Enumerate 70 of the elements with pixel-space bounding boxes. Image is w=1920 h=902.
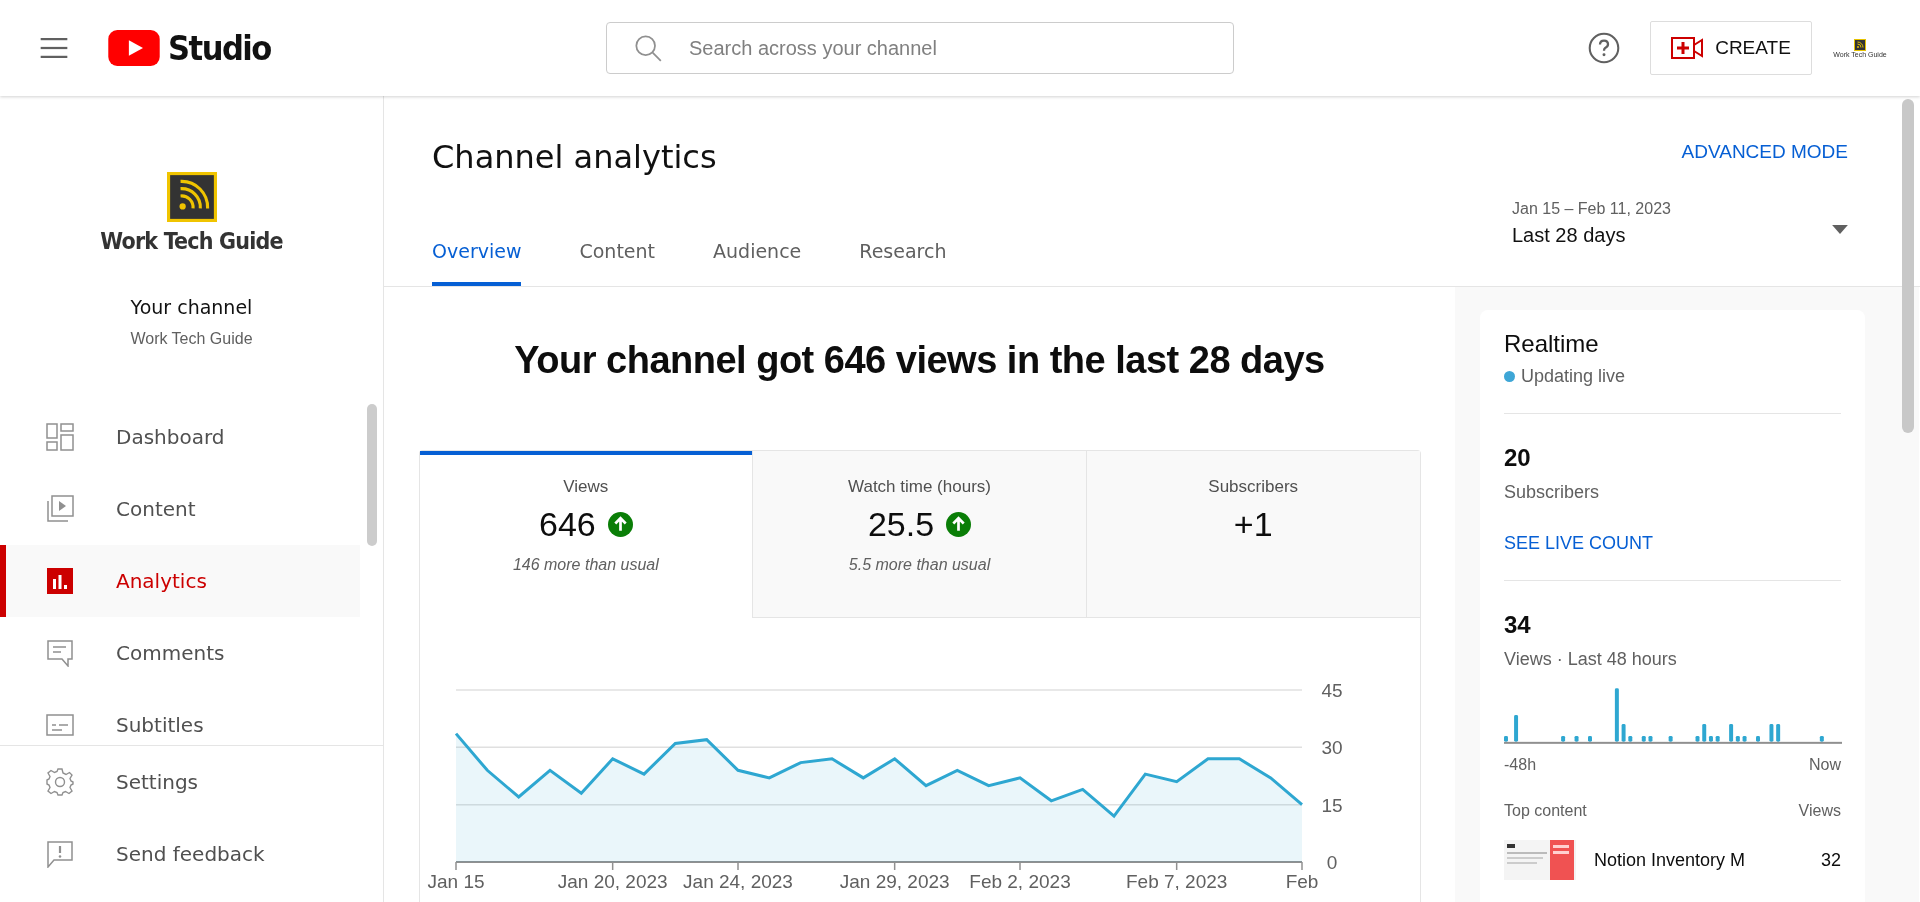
settings-icon (46, 768, 74, 796)
y-tick-label: 30 (1320, 737, 1343, 759)
metric-tab[interactable]: Subscribers +1 (1085, 451, 1420, 618)
x-tick (611, 861, 613, 871)
top-content-label: Top content (1504, 802, 1587, 820)
help-icon[interactable] (1588, 32, 1620, 64)
scrollbar-thumb[interactable] (367, 404, 377, 546)
tab[interactable]: Research (859, 240, 947, 286)
x-tick-label: Jan 29, 2023 (839, 871, 950, 890)
see-live-count-link[interactable]: SEE LIVE COUNT (1504, 533, 1654, 554)
comment-icon (46, 639, 74, 667)
sidebar-item[interactable]: Send feedback (0, 818, 360, 890)
page-title: Channel analytics (432, 138, 717, 176)
x-tick (1300, 861, 1303, 871)
headline: Your channel got 646 views in the last 28 days (514, 339, 1325, 382)
x-tick (893, 861, 895, 871)
axis-end-label: Now (1809, 756, 1841, 774)
views-column-label: Views (1798, 802, 1841, 820)
live-dot-icon (1504, 371, 1515, 382)
subscriber-count: 20 (1504, 444, 1532, 472)
x-tick-label: Feb (1285, 871, 1318, 890)
metric-tab[interactable]: Watch time (hours) 25.5 5.5 more than usual (752, 451, 1086, 618)
subscribers-label: Subscribers (1504, 482, 1601, 503)
advanced-mode-link[interactable]: ADVANCED MODE (1681, 141, 1848, 163)
x-tick-label: Feb 2, 2023 (968, 871, 1071, 890)
search-icon (634, 34, 662, 62)
create-button[interactable]: CREATE (1650, 21, 1812, 75)
sidebar-item[interactable]: Comments (0, 617, 360, 689)
top-content-row[interactable]: Notion Inventory M 32 (1504, 840, 1841, 880)
views-label: Views · Last 48 hours (1504, 649, 1678, 670)
sidebar-item[interactable]: Settings (0, 746, 360, 818)
analytics-icon (46, 567, 74, 595)
scrollbar-thumb[interactable] (1902, 99, 1914, 433)
channel-logo-icon[interactable] (166, 172, 217, 222)
x-tick-label: Feb 7, 2023 (1125, 871, 1227, 890)
realtime-title: Realtime (1504, 330, 1600, 358)
y-tick-label: 45 (1320, 680, 1343, 701)
y-tick-label: 0 (1326, 852, 1337, 873)
sidebar-item[interactable]: Subtitles (0, 689, 360, 745)
menu-icon[interactable] (40, 38, 68, 58)
studio-brand[interactable]: Studio (168, 28, 271, 68)
views-count: 34 (1504, 611, 1532, 639)
feedback-icon (46, 840, 74, 868)
x-tick (1175, 861, 1177, 871)
x-tick-label: Jan 20, 2023 (557, 871, 668, 890)
channel-name: Work Tech Guide (130, 330, 253, 348)
x-tick (736, 861, 739, 871)
subtitles-icon (46, 711, 74, 739)
video-library-icon (46, 495, 74, 523)
sidebar-item[interactable]: Content (0, 473, 360, 545)
tab[interactable]: Content (579, 240, 656, 286)
tab[interactable]: Overview (432, 240, 522, 286)
play-logo-icon (108, 30, 160, 66)
your-channel-label: Your channel (130, 296, 253, 318)
search-field[interactable]: Search across your channel (606, 22, 1234, 74)
x-tick (454, 861, 457, 871)
sidebar-item[interactable]: Dashboard (0, 401, 360, 473)
x-tick-label: Jan 15 (427, 871, 484, 890)
tab[interactable]: Audience (713, 240, 802, 286)
live-status: Updating live (1521, 366, 1626, 387)
x-tick (1018, 861, 1021, 871)
sidebar-item[interactable]: Analytics (0, 545, 360, 617)
axis-start-label: -48h (1504, 756, 1537, 774)
caret-icon (1832, 225, 1848, 234)
channel-logo-text: Work Tech Guide (100, 228, 283, 254)
video-plus-icon (1671, 37, 1704, 59)
x-tick-label: Jan 24, 2023 (682, 871, 793, 890)
date-range-dropdown[interactable]: Jan 15 – Feb 11, 2023 Last 28 days (1512, 200, 1848, 247)
y-tick-label: 15 (1320, 794, 1343, 816)
dashboard-icon (46, 423, 74, 451)
